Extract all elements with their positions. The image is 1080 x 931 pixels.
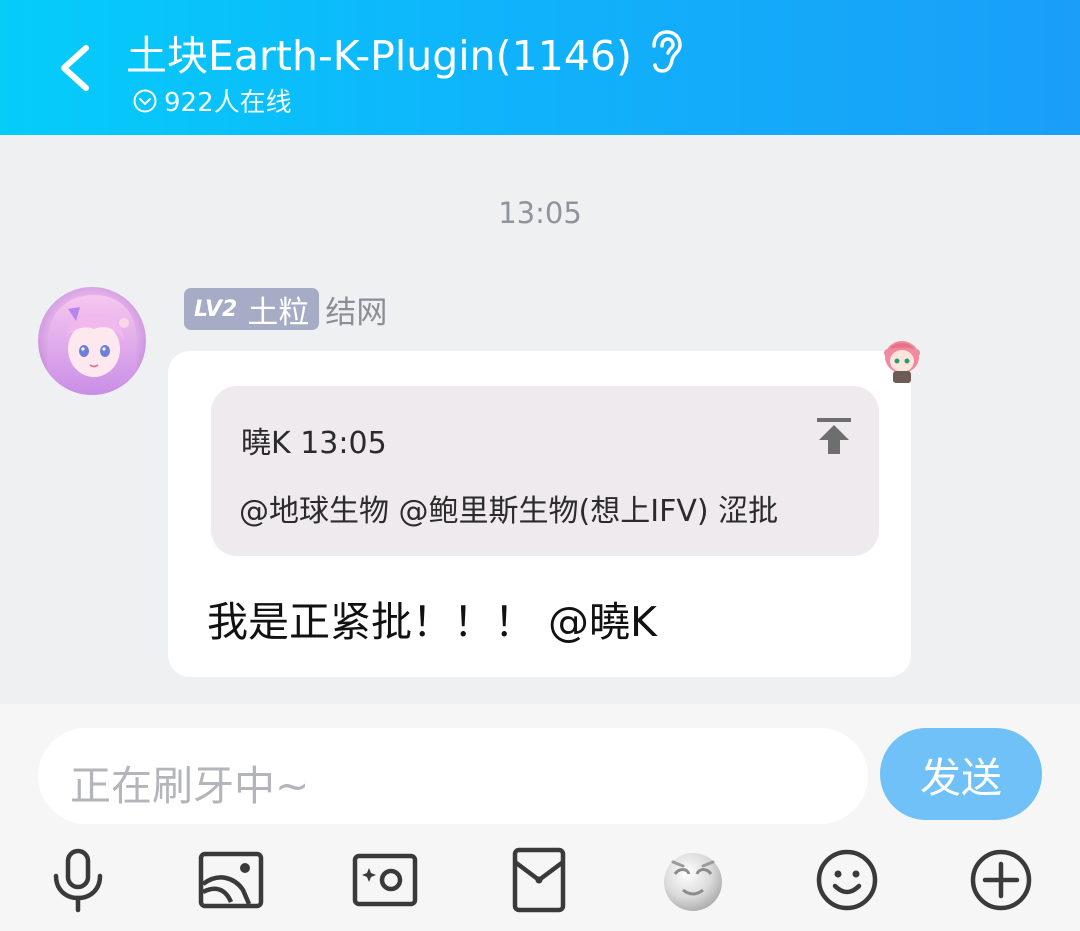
bubble-decoration-icon: [880, 337, 924, 385]
camera-button[interactable]: [351, 846, 419, 914]
red-envelope-icon: [512, 847, 566, 913]
image-icon: [198, 851, 264, 909]
back-button[interactable]: [50, 40, 106, 96]
voice-button[interactable]: [44, 846, 112, 914]
more-button[interactable]: [967, 846, 1035, 914]
online-status[interactable]: 922人在线: [132, 82, 292, 119]
camera-icon: [352, 853, 418, 907]
plus-icon: [970, 849, 1032, 911]
send-button[interactable]: 发送: [880, 728, 1042, 820]
emoji-button[interactable]: [813, 846, 881, 914]
online-count: 922人在线: [164, 88, 292, 118]
chat-header: 土块Earth-K-Plugin(1146) 922人在线: [0, 0, 1080, 135]
member-level-badge[interactable]: LV2 土粒: [184, 288, 320, 331]
mic-icon: [53, 848, 103, 913]
red-envelope-button[interactable]: [505, 846, 573, 914]
ear-mode-button[interactable]: [646, 28, 686, 76]
quote-text: @地球生物 @鲍里斯生物(想上IFV) 涩批: [239, 494, 779, 529]
arrow-up-to-top-icon: [817, 418, 851, 454]
sticker-button[interactable]: [659, 846, 727, 914]
quoted-reply[interactable]: 曉K 13:05 @地球生物 @鲍里斯生物(想上IFV) 涩批: [211, 386, 879, 556]
sticker-face-icon: [664, 853, 722, 911]
emoji-icon: [816, 849, 878, 911]
group-title[interactable]: 土块Earth-K-Plugin(1146): [126, 22, 632, 82]
message-text: 我是正紧批！！！ @曉K: [207, 598, 657, 646]
message-timestamp: 13:05: [498, 196, 582, 230]
sender-avatar[interactable]: [38, 287, 146, 395]
group-title-row[interactable]: 土块Earth-K-Plugin(1146): [126, 22, 686, 82]
back-chevron-icon: [61, 45, 89, 91]
album-button[interactable]: [197, 846, 265, 914]
level-text: LV2: [194, 296, 238, 322]
chevron-circle-icon: [133, 89, 157, 112]
message-input[interactable]: 正在刷牙中~: [38, 728, 868, 824]
input-panel: 正在刷牙中~ 发送: [0, 704, 1080, 931]
input-placeholder: 正在刷牙中~: [70, 762, 310, 810]
ear-icon: [652, 30, 682, 73]
quote-meta: 曉K 13:05: [241, 426, 387, 461]
sender-info: LV2 土粒 结网: [184, 287, 387, 332]
member-title: 土粒: [247, 294, 310, 331]
jump-to-original-button[interactable]: [815, 416, 853, 456]
sender-name[interactable]: 结网: [325, 287, 387, 332]
